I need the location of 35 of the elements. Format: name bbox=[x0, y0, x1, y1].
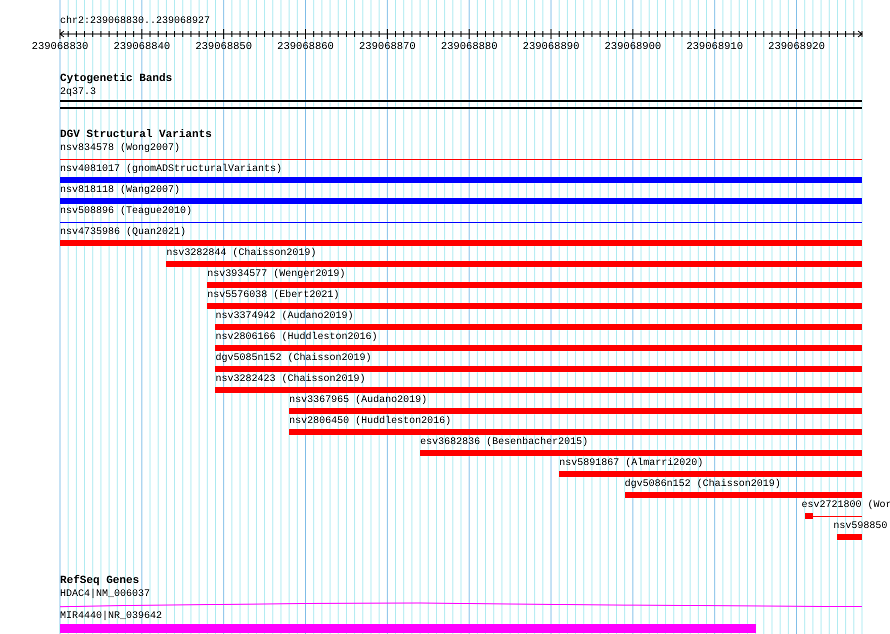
feature-label: dgv5085n152 (Chaisson2019) bbox=[215, 352, 372, 365]
tick-label: 239068880 bbox=[440, 41, 498, 53]
feature-label: nsv3282423 (Chaisson2019) bbox=[215, 373, 366, 386]
feature-label: nsv3282844 (Chaisson2019) bbox=[166, 247, 316, 260]
feature-label: nsv834578 (Wong2007) bbox=[60, 142, 180, 155]
tick-label: 239068870 bbox=[359, 41, 416, 53]
feature-label: HDAC4|NM_006037 bbox=[60, 588, 150, 601]
feature-label: nsv598850 bbox=[833, 520, 888, 533]
feature-label: nsv2806450 (Huddleston2016) bbox=[289, 415, 452, 428]
feature-label: nsv3934577 (Wenger2019) bbox=[207, 268, 346, 281]
feature-label: nsv4081017 (gnomADStructuralVariants) bbox=[60, 163, 282, 176]
region-title: chr2:239068830..239068927 bbox=[60, 15, 212, 28]
tick-label: 239068860 bbox=[277, 41, 334, 53]
tick-label: 239068920 bbox=[768, 41, 825, 53]
feature-label: nsv5891867 (Almarri2020) bbox=[559, 457, 704, 470]
tick-label: 239068900 bbox=[604, 41, 662, 53]
feature-label: nsv5576038 (Ebert2021) bbox=[207, 289, 340, 302]
feature-label: nsv3367965 (Audano2019) bbox=[289, 394, 428, 407]
feature-label: nsv4735986 (Quan2021) bbox=[60, 226, 186, 239]
tick-label: 239068910 bbox=[686, 41, 744, 53]
feature-label: nsv3374942 (Audano2019) bbox=[215, 310, 354, 323]
feature-label: dgv5086n152 (Chaisson2019) bbox=[624, 478, 781, 491]
feature-label: nsv508896 (Teague2010) bbox=[60, 205, 192, 218]
feature-label: esv3682836 (Besenbacher2015) bbox=[420, 436, 588, 449]
tick-label: 239068830 bbox=[32, 41, 88, 53]
feature-label: nsv818118 (Wang2007) bbox=[60, 184, 180, 197]
tick-label: 239068850 bbox=[195, 41, 252, 53]
tick-label: 239068890 bbox=[522, 41, 580, 53]
feature-label: MIR4440|NR_039642 bbox=[60, 610, 162, 623]
feature-label: 2q37.3 bbox=[60, 86, 96, 99]
feature-label: nsv2806166 (Huddleston2016) bbox=[215, 331, 378, 344]
tick-label: 239068840 bbox=[113, 41, 170, 53]
track-title: RefSeq Genes bbox=[60, 575, 140, 588]
track-title: DGV Structural Variants bbox=[60, 129, 212, 142]
track-title: Cytogenetic Bands bbox=[60, 73, 172, 86]
